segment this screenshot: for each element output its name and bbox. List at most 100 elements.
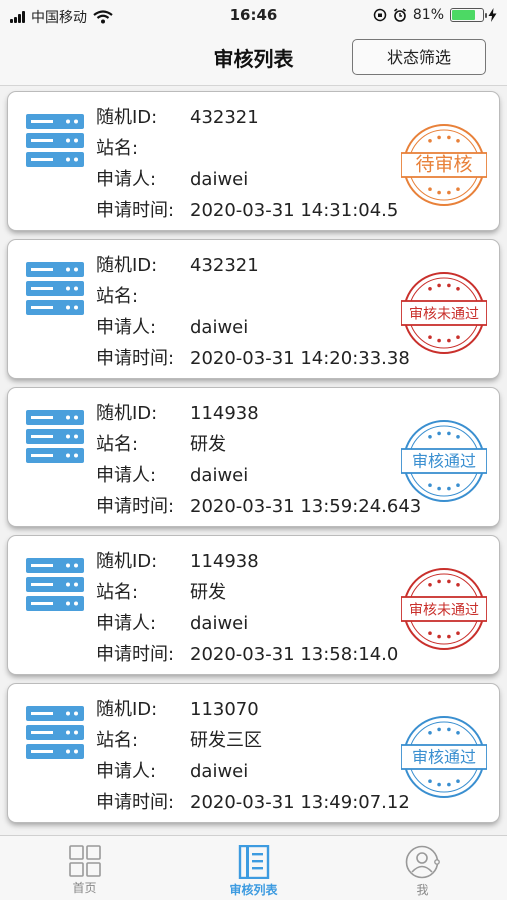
station-row: 站名: 研发 xyxy=(96,429,421,460)
stamp-star xyxy=(437,634,441,639)
stamp-star xyxy=(428,139,432,143)
card-fields: 随机ID: 432321 站名: 申请人: daiwei 申请时间: 2020-03-… xyxy=(96,102,398,226)
stamp-star xyxy=(447,283,451,288)
stamp-star xyxy=(428,187,432,191)
random-id-row: 随机ID: 432321 xyxy=(96,250,410,281)
stamp-star xyxy=(428,287,432,291)
user-profile-icon xyxy=(405,845,440,879)
status-text: 审核未通过 xyxy=(409,307,479,323)
random-id-value: 432321 xyxy=(190,255,259,276)
status-filter-button[interactable]: 状态筛选 xyxy=(352,39,486,75)
navigation-bar: 审核列表 状态筛选 xyxy=(0,30,507,86)
station-label: 站名: xyxy=(96,582,139,603)
stamp-star xyxy=(456,287,460,291)
stamp-star xyxy=(456,435,460,439)
applicant-value: daiwei xyxy=(190,169,249,190)
applicant-row: 申请人: daiwei xyxy=(96,312,410,343)
stamp-star xyxy=(437,338,441,343)
server-icon xyxy=(26,114,84,167)
tab-bar: 首页 审核列表 我 xyxy=(0,835,507,900)
stamp-star xyxy=(447,190,451,195)
card-fields: 随机ID: 114938 站名: 研发 申请人: daiwei 申请时间: 2020-0… xyxy=(96,398,421,522)
stamp-star xyxy=(456,483,460,487)
stamp-star xyxy=(437,283,441,288)
stamp-star xyxy=(456,631,460,635)
status-text: 待审核 xyxy=(415,154,472,176)
applicant-value: daiwei xyxy=(190,761,249,782)
applicant-value: daiwei xyxy=(190,613,249,634)
time-row: 申请时间: 2020-03-31 13:58:14.0 xyxy=(96,639,398,670)
stamp-star xyxy=(437,579,441,584)
applicant-row: 申请人: daiwei xyxy=(96,756,410,787)
review-card[interactable]: 随机ID: 432321 站名: 申请人: daiwei 申请时间: 2020-03-… xyxy=(8,92,499,230)
time-row: 申请时间: 2020-03-31 13:59:24.643 xyxy=(96,491,421,522)
review-card[interactable]: 随机ID: 432321 站名: 申请人: daiwei 申请时间: 2020-03-… xyxy=(8,240,499,378)
stamp-star xyxy=(447,486,451,491)
stamp-star xyxy=(428,435,432,439)
stamp-star xyxy=(447,338,451,343)
time-value: 2020-03-31 13:49:07.12 xyxy=(190,792,410,813)
status-text: 审核通过 xyxy=(412,748,476,767)
stamp-star xyxy=(428,483,432,487)
station-row: 站名: 研发三区 xyxy=(96,725,410,756)
tab-home-label: 首页 xyxy=(72,881,97,895)
tab-me-label: 我 xyxy=(416,883,429,897)
review-list: 随机ID: 432321 站名: 申请人: daiwei 申请时间: 2020-03-… xyxy=(0,92,507,832)
stamp-star xyxy=(447,634,451,639)
status-bar: 中国移动 16:46 81% xyxy=(0,0,507,30)
stamp-star xyxy=(447,782,451,787)
random-id-row: 随机ID: 113070 xyxy=(96,694,410,725)
stamp-star xyxy=(428,631,432,635)
station-label: 站名: xyxy=(96,434,139,455)
stamp-star xyxy=(428,583,432,587)
review-card[interactable]: 随机ID: 113070 站名: 研发三区 申请人: daiwei 申请时间: 2020… xyxy=(8,684,499,822)
station-value: 研发 xyxy=(190,434,226,455)
time-label: 申请时间: xyxy=(96,496,175,517)
stamp-star xyxy=(456,335,460,339)
status-stamp: 待审核 xyxy=(401,124,487,206)
station-row: 站名: 研发 xyxy=(96,577,398,608)
station-row: 站名: xyxy=(96,281,410,312)
time-value: 2020-03-31 13:58:14.0 xyxy=(190,644,399,665)
time-value: 2020-03-31 14:20:33.38 xyxy=(190,348,410,369)
tab-review-list[interactable]: 审核列表 xyxy=(169,836,338,900)
station-label: 站名: xyxy=(96,138,139,159)
time-row: 申请时间: 2020-03-31 14:31:04.5 xyxy=(96,195,398,226)
stamp-star xyxy=(437,782,441,787)
random-id-value: 432321 xyxy=(190,107,259,128)
station-value: 研发 xyxy=(190,582,226,603)
server-icon xyxy=(26,262,84,315)
stamp-star xyxy=(456,583,460,587)
stamp-star xyxy=(428,779,432,783)
time-label: 申请时间: xyxy=(96,348,175,369)
random-id-value: 113070 xyxy=(190,699,259,720)
review-card[interactable]: 随机ID: 114938 站名: 研发 申请人: daiwei 申请时间: 2020-0… xyxy=(8,536,499,674)
server-icon xyxy=(26,410,84,463)
applicant-label: 申请人: xyxy=(96,169,157,190)
status-right: 81% xyxy=(373,7,497,23)
applicant-value: daiwei xyxy=(190,465,249,486)
time-label: 申请时间: xyxy=(96,200,175,221)
time-row: 申请时间: 2020-03-31 13:49:07.12 xyxy=(96,787,410,818)
status-stamp: 审核通过 xyxy=(401,420,487,502)
stamp-star xyxy=(456,731,460,735)
applicant-label: 申请人: xyxy=(96,465,157,486)
grid-icon xyxy=(68,845,101,877)
random-id-label: 随机ID: xyxy=(96,699,158,720)
card-fields: 随机ID: 432321 站名: 申请人: daiwei 申请时间: 2020-03-… xyxy=(96,250,410,374)
tab-me[interactable]: 我 xyxy=(338,836,507,900)
applicant-label: 申请人: xyxy=(96,317,157,338)
tab-home[interactable]: 首页 xyxy=(0,836,169,900)
random-id-row: 随机ID: 114938 xyxy=(96,398,421,429)
stamp-star xyxy=(447,431,451,436)
status-stamp: 审核未通过 xyxy=(401,272,487,354)
review-card[interactable]: 随机ID: 114938 站名: 研发 申请人: daiwei 申请时间: 2020-0… xyxy=(8,388,499,526)
status-text: 审核未通过 xyxy=(409,603,479,619)
random-id-label: 随机ID: xyxy=(96,107,158,128)
applicant-row: 申请人: daiwei xyxy=(96,608,398,639)
applicant-value: daiwei xyxy=(190,317,249,338)
time-label: 申请时间: xyxy=(96,644,175,665)
card-fields: 随机ID: 114938 站名: 研发 申请人: daiwei 申请时间: 2020-0… xyxy=(96,546,398,670)
applicant-label: 申请人: xyxy=(96,761,157,782)
random-id-value: 114938 xyxy=(190,403,259,424)
